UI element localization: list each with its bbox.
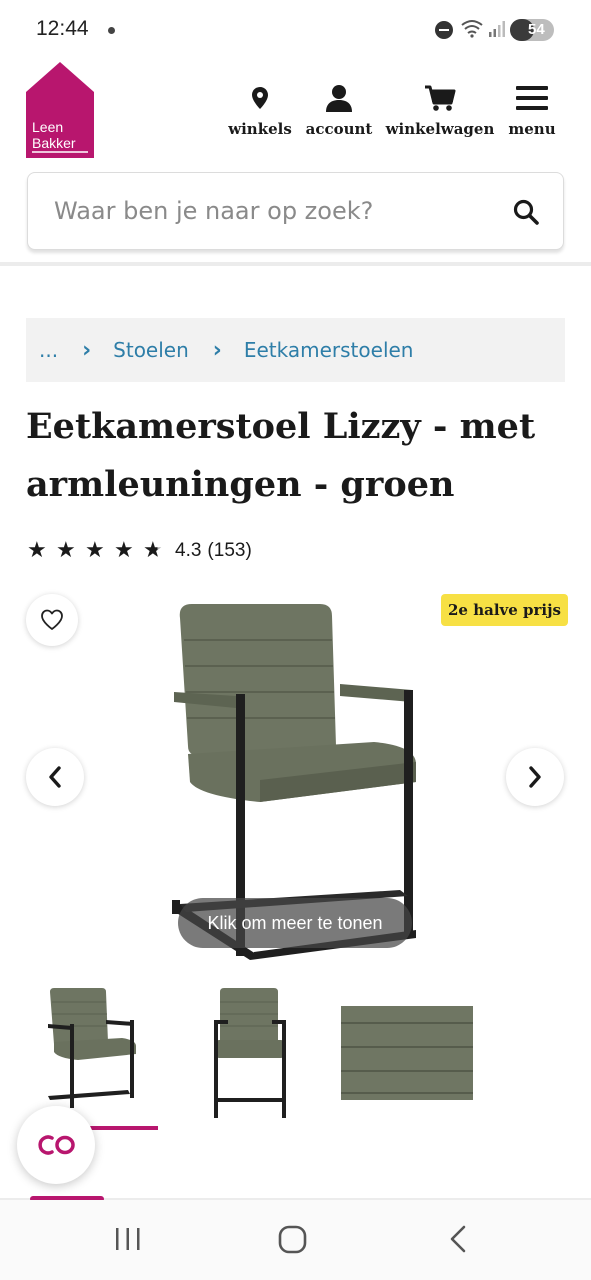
recent-apps-icon[interactable]	[114, 1222, 142, 1258]
heart-icon	[41, 609, 63, 630]
star-half-icon: ★	[143, 538, 172, 564]
breadcrumb-ellipsis[interactable]: ...	[39, 338, 58, 362]
wishlist-button[interactable]	[26, 594, 78, 646]
star-full-icon: ★	[85, 538, 105, 563]
logo-text-line1: Leen	[32, 119, 63, 135]
product-gallery: 2e halve prijs Klik om meer te tonen	[0, 590, 591, 970]
status-time: 12:44	[36, 17, 89, 40]
rating-count[interactable]: (153)	[207, 540, 251, 562]
map-pin-icon	[252, 87, 268, 109]
thumbnail-active-indicator	[88, 1126, 158, 1130]
battery-percent: 54	[528, 21, 545, 38]
chevron-left-icon	[49, 766, 61, 788]
gallery-next-button[interactable]	[506, 748, 564, 806]
search-input[interactable]	[54, 191, 494, 231]
status-bar: 12:44 54	[0, 0, 591, 60]
header-divider	[0, 262, 591, 266]
search-icon[interactable]	[513, 199, 539, 225]
do-not-disturb-icon	[435, 21, 453, 39]
thumbnail-chair-angle[interactable]	[44, 984, 140, 1114]
signal-icon	[489, 21, 505, 37]
cart-icon	[425, 85, 456, 111]
back-icon[interactable]	[446, 1222, 470, 1258]
star-full-icon: ★	[114, 538, 134, 563]
promo-badge: 2e halve prijs	[441, 594, 568, 626]
gallery-prev-button[interactable]	[26, 748, 84, 806]
breadcrumb: ... › Stoelen › Eetkamerstoelen	[26, 318, 565, 382]
nav-label-menu: menu	[508, 120, 556, 138]
chat-co-icon	[38, 1135, 75, 1155]
search-box[interactable]	[27, 172, 564, 250]
notification-dot-icon	[108, 27, 115, 34]
nav-winkels[interactable]: winkels	[226, 82, 294, 138]
thumbnail-chair-front[interactable]	[210, 984, 290, 1120]
product-title: Eetkamerstoel Lizzy - met armleuningen -…	[26, 406, 536, 505]
wifi-icon	[461, 20, 483, 38]
nav-winkelwagen[interactable]: winkelwagen	[384, 82, 496, 138]
chevron-right-icon	[529, 766, 541, 788]
nav-label-winkelwagen: winkelwagen	[385, 120, 495, 138]
product-rating[interactable]: ★ ★ ★ ★ ★ 4.3 (153)	[27, 538, 252, 564]
nav-account[interactable]: account	[304, 82, 374, 138]
battery-indicator: 54	[510, 19, 554, 41]
chat-button[interactable]	[17, 1106, 95, 1184]
leen-bakker-logo[interactable]: Leen Bakker	[26, 62, 94, 158]
image-tooltip[interactable]: Klik om meer te tonen	[178, 898, 412, 948]
breadcrumb-stoelen[interactable]: Stoelen	[113, 338, 189, 362]
rating-value: 4.3	[175, 540, 202, 561]
star-full-icon: ★	[27, 538, 47, 563]
breadcrumb-eetkamerstoelen[interactable]: Eetkamerstoelen	[244, 338, 414, 362]
home-icon[interactable]	[278, 1222, 308, 1258]
nav-menu[interactable]: menu	[506, 82, 558, 138]
chevron-right-icon: ›	[82, 337, 92, 363]
chevron-right-icon: ›	[212, 337, 222, 363]
nav-label-account: account	[305, 120, 373, 138]
logo-text-line2: Bakker	[32, 135, 76, 151]
thumbnail-fabric-detail[interactable]	[341, 1006, 473, 1100]
nav-label-winkels: winkels	[228, 120, 292, 138]
hamburger-icon	[516, 86, 548, 110]
person-icon	[326, 85, 352, 112]
system-navigation-bar	[0, 1200, 591, 1280]
star-full-icon: ★	[56, 538, 76, 563]
